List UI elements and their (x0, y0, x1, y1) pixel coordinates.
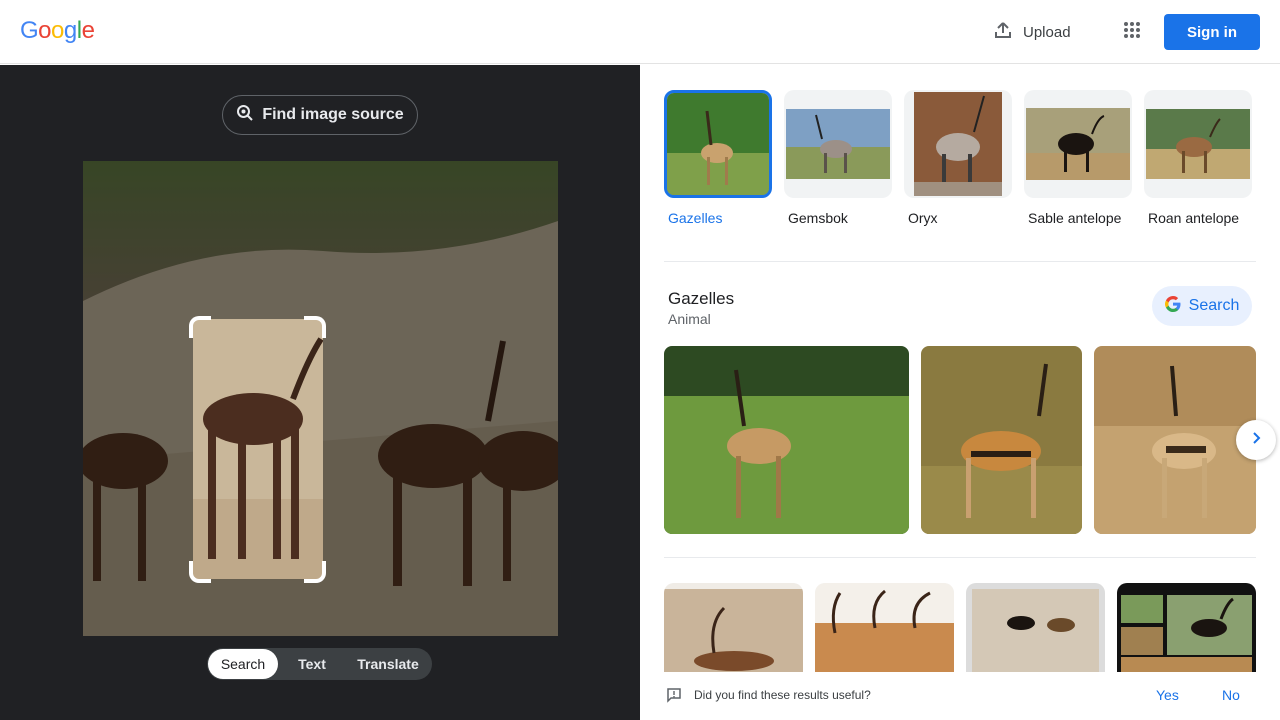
upload-button[interactable]: Upload (985, 16, 1079, 48)
chip-thumbnail (1024, 90, 1132, 198)
crop-region[interactable] (193, 319, 323, 579)
logo-letter: o (38, 17, 52, 44)
tab-search[interactable]: Search (208, 649, 278, 679)
results-panel: Gazelles Gemsbok Oryx Sable antelope Roa… (640, 65, 1280, 720)
entity-title: Gazelles (668, 289, 735, 308)
header: Google Upload Sign in (0, 0, 1280, 64)
logo-letter: o (51, 17, 64, 44)
feedback-no-button[interactable]: No (1222, 687, 1240, 703)
lens-mode-tabs: Search Text Translate (207, 648, 432, 680)
feedback-bar: Did you find these results useful? Yes N… (640, 672, 1280, 720)
uploaded-photo[interactable] (83, 161, 558, 636)
visual-match-image[interactable] (966, 583, 1105, 673)
feedback-icon (666, 687, 682, 708)
chip-thumbnail (664, 90, 772, 198)
visual-match-image[interactable] (664, 583, 803, 673)
chip-thumbnail (904, 90, 1012, 198)
gallery-image[interactable] (921, 346, 1082, 534)
crop-handle-bottom-right[interactable] (304, 561, 326, 583)
google-g-icon (1164, 295, 1181, 317)
chip-roan-antelope[interactable]: Roan antelope (1144, 90, 1252, 228)
chip-label: Oryx (908, 210, 938, 226)
chip-label: Gemsbok (788, 210, 848, 226)
crop-handle-bottom-left[interactable] (189, 561, 211, 583)
entity-search-label: Search (1188, 297, 1240, 314)
feedback-yes-button[interactable]: Yes (1156, 687, 1179, 703)
chevron-right-icon (1249, 431, 1263, 450)
apps-button[interactable] (1116, 16, 1148, 48)
entity-subtitle: Animal (668, 311, 711, 327)
crop-handle-top-right[interactable] (304, 316, 326, 338)
crop-handle-top-left[interactable] (189, 316, 211, 338)
divider (664, 557, 1256, 558)
upload-label: Upload (1023, 23, 1071, 41)
chip-thumbnail (784, 90, 892, 198)
divider (664, 261, 1256, 262)
image-gallery (664, 346, 1256, 534)
visual-matches (664, 583, 1256, 673)
gallery-image[interactable] (1094, 346, 1256, 534)
chip-label: Roan antelope (1148, 210, 1240, 226)
entity-chips: Gazelles Gemsbok Oryx Sable antelope Roa… (664, 90, 1252, 228)
chip-sable-antelope[interactable]: Sable antelope (1024, 90, 1132, 228)
chip-label: Sable antelope (1028, 210, 1122, 226)
gallery-image[interactable] (664, 346, 909, 534)
logo-letter: G (20, 17, 39, 44)
lens-image-panel: Find image source Search Text Translate (0, 65, 640, 720)
lens-search-icon (236, 104, 254, 127)
chip-gazelles[interactable]: Gazelles (664, 90, 772, 228)
find-image-source-button[interactable]: Find image source (222, 95, 418, 135)
visual-match-image[interactable] (1117, 583, 1256, 673)
feedback-question: Did you find these results useful? (694, 688, 871, 702)
chip-label: Gazelles (668, 210, 723, 226)
chip-thumbnail (1144, 90, 1252, 198)
logo-letter: g (63, 17, 77, 44)
chip-oryx[interactable]: Oryx (904, 90, 1012, 228)
tab-translate[interactable]: Translate (346, 649, 430, 679)
sign-in-button[interactable]: Sign in (1164, 14, 1260, 50)
upload-icon (993, 20, 1013, 44)
visual-match-image[interactable] (815, 583, 954, 673)
logo-letter: e (81, 17, 95, 44)
find-source-label: Find image source (262, 106, 404, 123)
tab-text[interactable]: Text (278, 649, 346, 679)
entity-search-button[interactable]: Search (1152, 286, 1252, 326)
chip-gemsbok[interactable]: Gemsbok (784, 90, 892, 228)
google-logo[interactable]: Google (20, 17, 95, 45)
gallery-next-button[interactable] (1236, 420, 1276, 460)
apps-grid-icon (1123, 21, 1141, 44)
